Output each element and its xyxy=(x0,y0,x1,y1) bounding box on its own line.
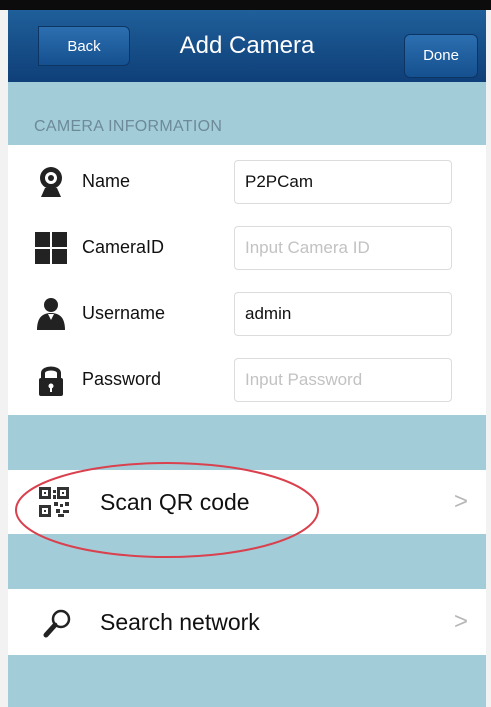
status-bar xyxy=(0,0,491,10)
grid-icon xyxy=(35,232,67,264)
name-row: Name xyxy=(8,153,486,209)
webcam-icon xyxy=(40,167,62,197)
name-input[interactable] xyxy=(234,160,452,204)
right-frame-edge xyxy=(486,0,491,707)
password-label: Password xyxy=(82,369,162,389)
section-header: CAMERA INFORMATION xyxy=(34,118,223,135)
camera-id-input[interactable] xyxy=(234,226,452,270)
left-frame-edge xyxy=(0,0,8,707)
highlight-annotation-ellipse xyxy=(15,462,319,558)
camera-id-row: CameraID xyxy=(8,219,486,275)
search-network-row[interactable]: Search network > xyxy=(8,589,486,655)
username-label: Username xyxy=(82,303,166,323)
chevron-right-icon: > xyxy=(453,608,468,635)
user-icon xyxy=(37,298,65,330)
chevron-right-icon: > xyxy=(453,488,468,515)
done-button[interactable]: Done xyxy=(404,34,478,78)
password-row: Password xyxy=(8,351,486,407)
magnifier-icon xyxy=(43,609,71,638)
username-input[interactable] xyxy=(234,292,452,336)
navigation-bar: Back Add Camera Done xyxy=(8,10,486,82)
camera-info-panel: Name CameraID Username Password xyxy=(8,145,486,415)
password-input[interactable] xyxy=(234,358,452,402)
camera-id-label: CameraID xyxy=(82,237,165,257)
name-label: Name xyxy=(82,171,131,191)
username-row: Username xyxy=(8,285,486,341)
search-network-label: Search network xyxy=(100,609,260,635)
lock-icon xyxy=(39,366,63,396)
